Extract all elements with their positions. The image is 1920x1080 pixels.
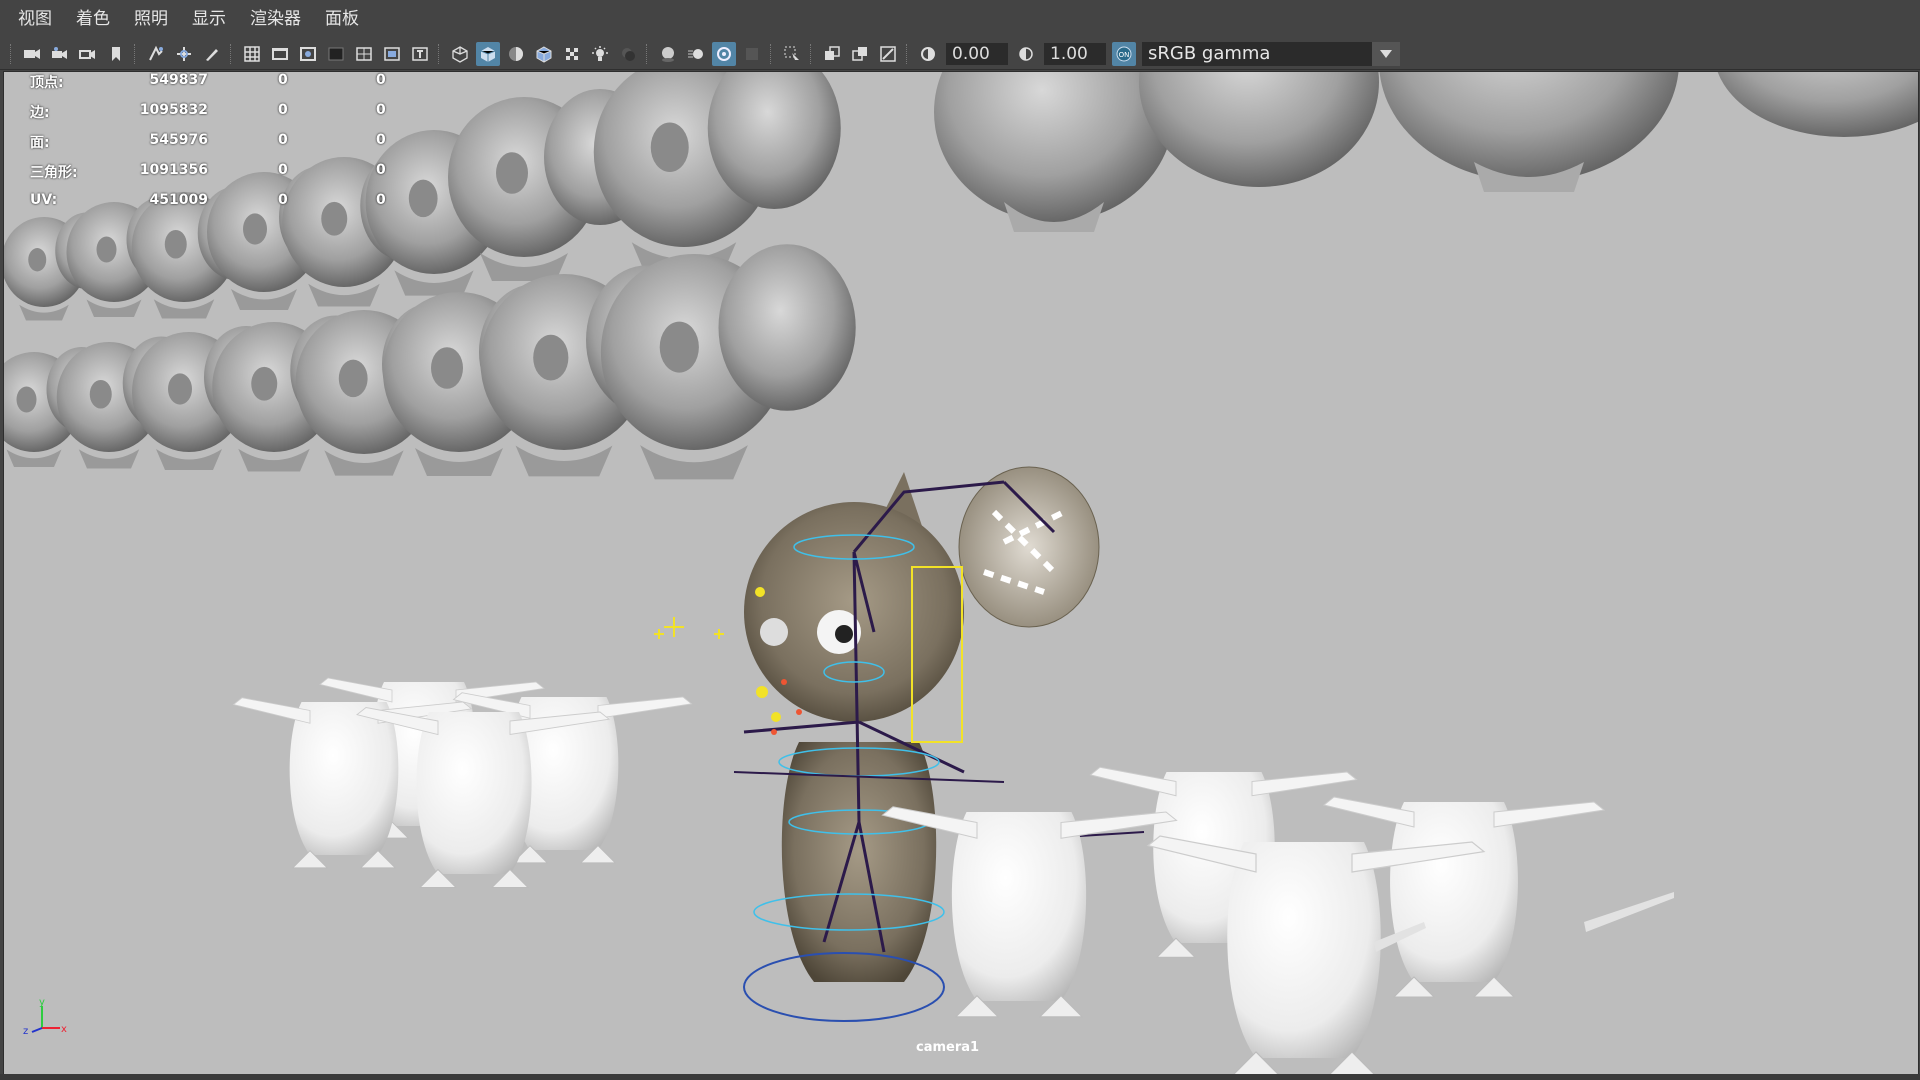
hud-row-uvs: UV: 451009 0 0 bbox=[24, 192, 386, 222]
hud-label: UV: bbox=[30, 192, 58, 208]
toolbar-divider bbox=[438, 43, 442, 64]
camera-toggle-icon[interactable] bbox=[76, 42, 100, 66]
color-mgmt-badge: ON bbox=[1119, 51, 1130, 59]
hud-value: 549837 bbox=[149, 72, 208, 88]
toolbar-divider bbox=[770, 43, 774, 64]
hud-row-faces: 面: 545976 0 0 bbox=[24, 132, 386, 162]
hud-value: 0 bbox=[376, 72, 386, 88]
xray-active-icon[interactable] bbox=[848, 42, 872, 66]
color-space-dropdown[interactable]: sRGB gamma bbox=[1142, 41, 1400, 66]
use-all-lights-icon[interactable] bbox=[588, 42, 612, 66]
toolbar-divider bbox=[906, 43, 910, 64]
grease-pencil-icon[interactable] bbox=[200, 42, 224, 66]
hud-label: 顶点: bbox=[30, 75, 64, 91]
axis-z-label: z bbox=[23, 1026, 28, 1037]
hud-value: 0 bbox=[278, 102, 288, 118]
hud-value: 545976 bbox=[149, 132, 208, 148]
hud-label: 面: bbox=[30, 135, 50, 151]
toolbar-divider bbox=[10, 43, 14, 64]
exposure-icon[interactable] bbox=[916, 42, 940, 66]
ambient-occlusion-icon[interactable] bbox=[656, 42, 680, 66]
xray-joints-icon[interactable] bbox=[820, 42, 844, 66]
menu-renderer[interactable]: 渲染器 bbox=[238, 0, 313, 38]
hud-label: 三角形: bbox=[30, 165, 78, 181]
toolbar-divider bbox=[134, 43, 138, 64]
hud-value: 0 bbox=[278, 162, 288, 178]
axis-y-label: y bbox=[39, 997, 45, 1008]
toolbar-divider bbox=[230, 43, 234, 64]
hud-row-vertices: 顶点: 549837 0 0 bbox=[24, 72, 386, 102]
exposure-field[interactable]: 0.00 bbox=[946, 42, 1008, 65]
film-gate-icon[interactable] bbox=[268, 42, 292, 66]
menu-view[interactable]: 视图 bbox=[6, 0, 64, 38]
camera-icon[interactable] bbox=[20, 42, 44, 66]
menu-panels[interactable]: 面板 bbox=[313, 0, 371, 38]
hud-value: 0 bbox=[278, 132, 288, 148]
field-chart-icon[interactable] bbox=[352, 42, 376, 66]
default-material-icon[interactable] bbox=[504, 42, 528, 66]
2d-pan-icon[interactable] bbox=[172, 42, 196, 66]
shadows-icon[interactable] bbox=[616, 42, 640, 66]
grid-icon[interactable] bbox=[240, 42, 264, 66]
hud-value: 451009 bbox=[149, 192, 208, 208]
3d-viewport[interactable]: 顶点: 549837 0 0 边: 1095832 0 0 面: 545976 … bbox=[3, 71, 1919, 1075]
hud-row-triangles: 三角形: 1091356 0 0 bbox=[24, 162, 386, 192]
isolate-select-icon[interactable] bbox=[780, 42, 804, 66]
poly-count-hud: 顶点: 549837 0 0 边: 1095832 0 0 面: 545976 … bbox=[24, 72, 386, 222]
anti-aliasing-icon[interactable] bbox=[712, 41, 736, 66]
gamma-icon[interactable] bbox=[1014, 42, 1038, 66]
hud-value: 0 bbox=[278, 192, 288, 208]
panel-menubar: 视图 着色 照明 显示 渲染器 面板 bbox=[0, 0, 1920, 38]
scene-render bbox=[4, 72, 1918, 1074]
menu-shading[interactable]: 着色 bbox=[64, 0, 122, 38]
image-plane-icon[interactable] bbox=[144, 42, 168, 66]
motion-blur-icon[interactable] bbox=[684, 42, 708, 66]
axis-x-label: x bbox=[61, 1024, 67, 1035]
menu-show[interactable]: 显示 bbox=[180, 0, 238, 38]
safe-action-icon[interactable] bbox=[380, 42, 404, 66]
menu-lighting[interactable]: 照明 bbox=[122, 0, 180, 38]
maya-viewport-window: 视图 着色 照明 显示 渲染器 面板 0.00 1.00 ON sRGB gam… bbox=[0, 0, 1920, 1080]
color-space-label: sRGB gamma bbox=[1148, 43, 1271, 64]
panel-toolbar: 0.00 1.00 ON sRGB gamma bbox=[0, 38, 1920, 70]
wireframe-icon[interactable] bbox=[448, 42, 472, 66]
gamma-field[interactable]: 1.00 bbox=[1044, 42, 1106, 65]
hud-value: 0 bbox=[376, 162, 386, 178]
smooth-shade-icon[interactable] bbox=[476, 41, 500, 66]
hud-value: 0 bbox=[376, 132, 386, 148]
safe-title-icon[interactable] bbox=[408, 42, 432, 66]
depth-of-field-icon[interactable] bbox=[740, 42, 764, 66]
hud-row-edges: 边: 1095832 0 0 bbox=[24, 102, 386, 132]
toolbar-divider bbox=[810, 43, 814, 64]
resolution-gate-icon[interactable] bbox=[296, 42, 320, 66]
hud-value: 0 bbox=[376, 102, 386, 118]
panel-bottom-border bbox=[0, 1074, 1920, 1080]
toolbar-divider bbox=[646, 43, 650, 64]
hud-value: 1095832 bbox=[139, 102, 208, 118]
bookmark-icon[interactable] bbox=[104, 42, 128, 66]
hud-label: 边: bbox=[30, 105, 50, 121]
wireframe-on-shaded-icon[interactable] bbox=[532, 42, 556, 66]
hud-value: 1091356 bbox=[139, 162, 208, 178]
camera-name-label: camera1 bbox=[916, 1040, 980, 1055]
hud-value: 0 bbox=[376, 192, 386, 208]
chevron-down-icon bbox=[1372, 41, 1400, 66]
color-management-icon[interactable]: ON bbox=[1112, 41, 1136, 66]
view-axis-gizmo: y x z bbox=[23, 997, 67, 1037]
camera-attr-icon[interactable] bbox=[48, 42, 72, 66]
hud-value: 0 bbox=[278, 72, 288, 88]
backface-icon[interactable] bbox=[876, 42, 900, 66]
gate-mask-icon[interactable] bbox=[324, 42, 348, 66]
xray-icon[interactable] bbox=[560, 42, 584, 66]
